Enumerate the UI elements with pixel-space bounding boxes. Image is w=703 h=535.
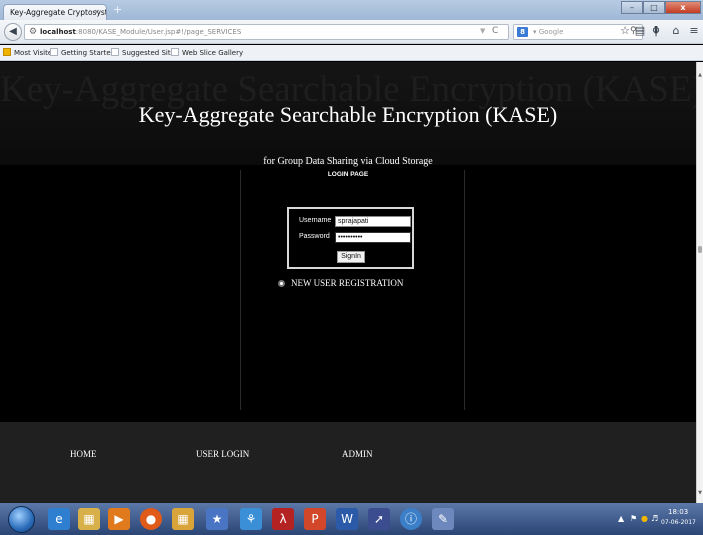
folder-icon[interactable]: ▦ [172, 508, 194, 530]
scroll-thumb[interactable] [698, 246, 702, 253]
bookmark-page-icon [50, 48, 58, 56]
url-dropdown-icon[interactable]: ▼ [480, 27, 485, 35]
scroll-up-icon[interactable]: ▲ [697, 72, 703, 78]
page-subtitle: for Group Data Sharing via Cloud Storage [263, 156, 433, 167]
media-player-icon[interactable]: ▶ [108, 508, 130, 530]
footer-link-user-login[interactable]: USER LOGIN [196, 449, 249, 459]
radio-bullet-icon[interactable] [278, 280, 285, 287]
address-bar[interactable]: ⚙ localhost:8080/KASE_Module/User.jsp#!/… [24, 24, 509, 40]
start-button[interactable] [8, 506, 35, 533]
pdf-reader-icon[interactable]: λ [272, 508, 294, 530]
bookmark-getting-started[interactable]: Getting Started [50, 48, 115, 57]
file-explorer-icon[interactable]: ▦ [78, 508, 100, 530]
menu-icon[interactable]: ≡ [688, 24, 700, 38]
bookmark-web-slice-gallery[interactable]: Web Slice Gallery [171, 48, 243, 57]
bookmarks-toolbar: Most Visited Getting Started Suggested S… [0, 45, 703, 61]
system-tray: ▲ ⚑ ● ♬ 18:03 07-06-2017 [590, 503, 703, 535]
new-user-registration-label: NEW USER REGISTRATION [291, 278, 404, 288]
reload-icon[interactable]: C [492, 26, 498, 36]
taskbar: e ▦ ▶ ● ▦ ★ ⚘ λ P W ➚ ⓘ ✎ ▲ ⚑ ● ♬ 18:03 … [0, 503, 703, 535]
url-text: localhost:8080/KASE_Module/User.jsp#!/pa… [40, 28, 241, 36]
show-hidden-icons-icon[interactable]: ▲ [618, 514, 624, 523]
bookmark-most-visited[interactable]: Most Visited [3, 48, 57, 57]
footer-nav: HOME USER LOGIN ADMIN [0, 422, 696, 503]
site-identity-icon[interactable]: ⚙ [29, 27, 37, 37]
close-window-button[interactable]: x [665, 1, 701, 14]
url-host: localhost [40, 28, 76, 36]
download-icon[interactable]: ⬇ [650, 24, 662, 38]
bookmark-page-icon [171, 48, 179, 56]
window-titlebar: Key-Aggregate Cryptosystem × + – □ x [0, 0, 703, 20]
page-title: Key-Aggregate Searchable Encryption (KAS… [138, 102, 558, 127]
internet-explorer-icon[interactable]: e [48, 508, 70, 530]
footer-link-admin[interactable]: ADMIN [342, 449, 373, 459]
navigation-toolbar: ◀ ⚙ localhost:8080/KASE_Module/User.jsp#… [0, 20, 703, 44]
password-label: Password [299, 233, 330, 240]
bookmark-page-icon [111, 48, 119, 56]
eclipse-icon[interactable]: ➚ [368, 508, 390, 530]
minimize-button[interactable]: – [621, 1, 643, 14]
home-icon[interactable]: ⌂ [670, 24, 682, 38]
clock-time[interactable]: 18:03 [668, 508, 688, 516]
vertical-scrollbar[interactable]: ▲ ▼ [696, 62, 703, 503]
powerpoint-icon[interactable]: P [304, 508, 326, 530]
volume-icon[interactable]: ♬ [651, 514, 658, 523]
clock-date[interactable]: 07-06-2017 [661, 519, 696, 526]
username-input[interactable]: sprajapati [335, 216, 411, 227]
search-placeholder: ▾ Google [533, 28, 564, 36]
divider [240, 170, 241, 410]
tab-close-icon[interactable]: × [94, 8, 100, 16]
divider [464, 170, 465, 410]
scroll-down-icon[interactable]: ▼ [697, 490, 703, 496]
action-center-flag-icon[interactable]: ⚑ [630, 514, 637, 523]
username-label: Username [299, 217, 332, 224]
star-app-icon[interactable]: ★ [206, 508, 228, 530]
bookmark-suggested-sites[interactable]: Suggested Sites [111, 48, 179, 57]
footer-link-home[interactable]: HOME [70, 449, 97, 459]
back-arrow-icon[interactable]: ◀ [4, 23, 22, 41]
signin-button[interactable]: SignIn [337, 251, 365, 263]
bookmark-star-icon[interactable]: ☆ [619, 24, 631, 38]
help-icon[interactable]: ⓘ [400, 508, 422, 530]
web-page: Key-Aggregate Searchable Encryption (KAS… [0, 62, 696, 503]
word-icon[interactable]: W [336, 508, 358, 530]
new-tab-button[interactable]: + [113, 4, 122, 16]
login-form: Username sprajapati Password •••••••••• … [287, 207, 414, 269]
search-engine-icon[interactable]: 8 [517, 27, 528, 37]
new-user-registration-link[interactable]: NEW USER REGISTRATION [278, 278, 403, 288]
browser-tab[interactable]: Key-Aggregate Cryptosystem × [3, 4, 107, 20]
password-input[interactable]: •••••••••• [335, 232, 411, 243]
bookmark-folder-icon [3, 48, 11, 56]
tab-title: Key-Aggregate Cryptosystem [10, 8, 106, 17]
reading-list-icon[interactable]: ▤ [634, 24, 646, 38]
maximize-button[interactable]: □ [643, 1, 665, 14]
network-status-icon[interactable]: ● [641, 514, 648, 523]
url-path: :8080/KASE_Module/User.jsp#!/page_SERVIC… [75, 28, 242, 36]
firefox-icon[interactable]: ● [140, 508, 162, 530]
network-app-icon[interactable]: ⚘ [240, 508, 262, 530]
login-page-heading: LOGIN PAGE [327, 171, 369, 178]
paint-icon[interactable]: ✎ [432, 508, 454, 530]
